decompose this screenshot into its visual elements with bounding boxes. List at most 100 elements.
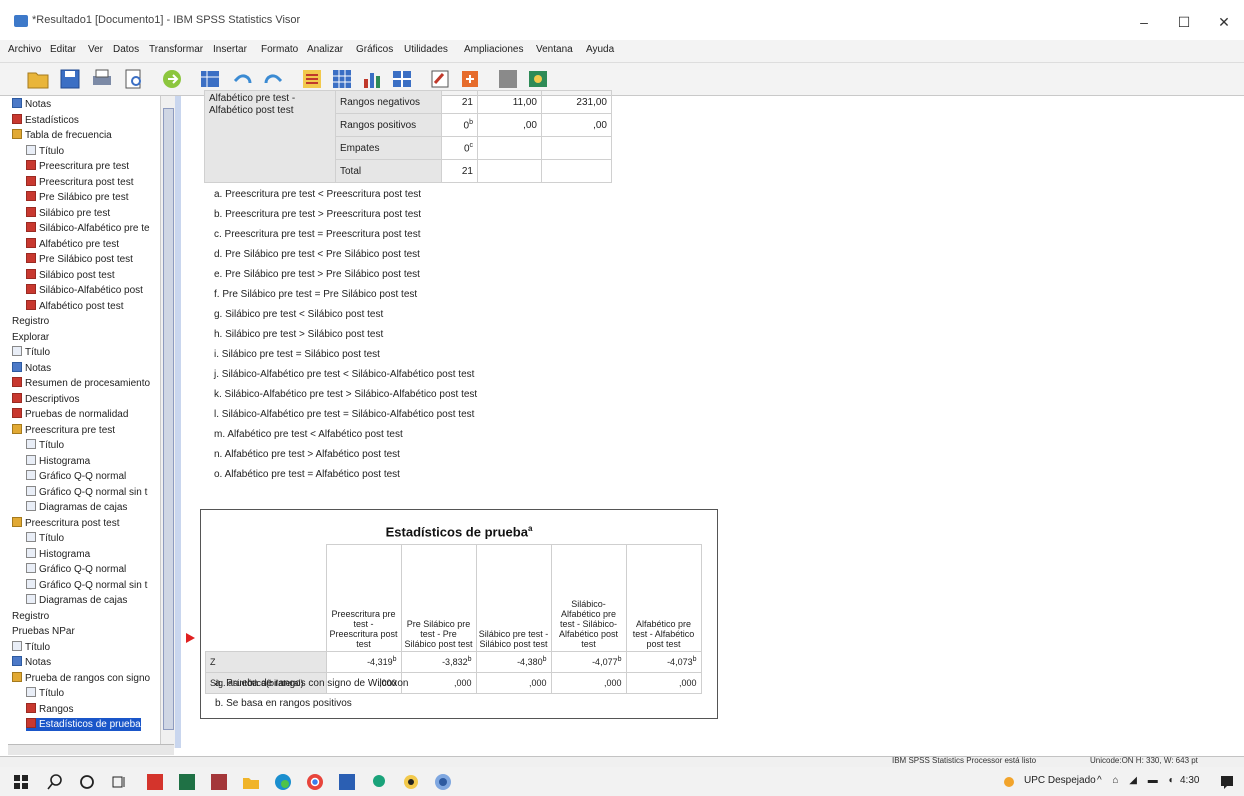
outline-item[interactable]: Silábico-Alfabético pre te [26, 222, 150, 235]
outline-item[interactable]: Notas [12, 361, 51, 375]
outline-item[interactable]: Preescritura pre test [26, 160, 129, 173]
open-icon[interactable] [26, 67, 50, 91]
outline-item-label: Título [39, 145, 65, 157]
goto-data-icon[interactable] [198, 67, 222, 91]
search-icon[interactable] [46, 773, 64, 791]
menu-ventana[interactable]: Ventana [536, 44, 573, 55]
outline-item[interactable]: Pruebas NPar [12, 625, 75, 638]
outline-item[interactable]: Explorar [12, 331, 49, 344]
menu-ayuda[interactable]: Ayuda [586, 44, 614, 55]
app-icon[interactable] [402, 773, 420, 791]
outline-item[interactable]: Pre Silábico pre test [26, 191, 129, 204]
menu-archivo[interactable]: Archivo [8, 44, 41, 55]
notifications-icon[interactable] [1218, 773, 1236, 791]
outline-item[interactable]: Pruebas de normalidad [12, 408, 128, 421]
outline-item[interactable]: Título [12, 640, 50, 654]
undo-icon[interactable] [230, 67, 254, 91]
script-icon[interactable] [458, 67, 482, 91]
menu-datos[interactable]: Datos [113, 44, 139, 55]
maps-icon[interactable] [370, 773, 388, 791]
outline-item[interactable]: Alfabético pre test [26, 237, 119, 251]
export-icon[interactable] [160, 67, 184, 91]
scrollbar-thumb[interactable] [163, 108, 174, 730]
outline-item[interactable]: Estadísticos [12, 113, 79, 127]
outline-item[interactable]: Título [26, 687, 64, 700]
outline-item[interactable]: Resumen de procesamiento [12, 377, 150, 390]
menu-editar[interactable]: Editar [50, 44, 76, 55]
column-header: Pre Silábico pre test - Pre Silábico pos… [400, 544, 477, 652]
outline-item[interactable]: Histograma [26, 547, 90, 561]
chart-builder-icon[interactable] [360, 67, 384, 91]
outline-item[interactable]: Diagramas de cajas [26, 501, 127, 514]
outline-item[interactable]: Histograma [26, 454, 90, 468]
test-statistics-table[interactable]: Estadísticos de pruebaa Preescritura pre… [200, 509, 718, 719]
menu-transformar[interactable]: Transformar [149, 44, 203, 55]
outline-item[interactable]: Silábico-Alfabético post [26, 284, 143, 297]
outline-item[interactable]: Gráfico Q-Q normal sin t [26, 485, 147, 499]
outline-item[interactable]: Título [26, 439, 64, 452]
outline-item[interactable]: Gráfico Q-Q normal [26, 470, 126, 483]
outline-item[interactable]: Tabla de frecuencia [12, 129, 112, 142]
pane-divider[interactable] [175, 96, 181, 748]
word-icon[interactable] [338, 773, 356, 791]
outline-item[interactable]: Descriptivos [12, 392, 79, 406]
row-label: Z [205, 650, 327, 673]
variables-icon[interactable] [330, 67, 354, 91]
print-icon[interactable] [90, 67, 114, 91]
maximize-button[interactable]: ☐ [1164, 10, 1204, 34]
outline-item[interactable]: Estadísticos de prueba [26, 718, 141, 731]
goto-case-icon[interactable] [300, 67, 324, 91]
outline-item[interactable]: Silábico post test [26, 268, 115, 282]
outline-item[interactable]: Registro [12, 315, 49, 328]
chart-icon [26, 501, 36, 511]
outline-horizontal-scrollbar[interactable] [8, 744, 174, 755]
redo-icon[interactable] [262, 67, 286, 91]
spss-taskbar-icon[interactable] [434, 773, 452, 791]
outline-item[interactable]: Pre Silábico post test [26, 253, 133, 266]
cortana-icon[interactable] [78, 773, 96, 791]
select-last-output-icon[interactable] [496, 67, 520, 91]
menu-insertar[interactable]: Insertar [213, 44, 247, 55]
menu-utilidades[interactable]: Utilidades [404, 44, 448, 55]
menu-graficos[interactable]: Gráficos [356, 44, 393, 55]
menu-analizar[interactable]: Analizar [307, 44, 343, 55]
close-button[interactable]: ✕ [1204, 10, 1244, 34]
chrome-icon[interactable] [306, 773, 324, 791]
windows-start-icon[interactable] [12, 773, 30, 791]
z-value: -4,380b [475, 650, 552, 673]
outline-item[interactable]: Preescritura post test [26, 175, 133, 189]
outline-item[interactable]: Título [26, 532, 64, 545]
pdf-app-icon[interactable] [146, 773, 164, 791]
table-icon [26, 222, 36, 232]
system-tray-icons[interactable]: ^ ⌂ ◢ ▬ ◐ [1097, 775, 1179, 786]
access-icon[interactable] [210, 773, 228, 791]
menu-ver[interactable]: Ver [88, 44, 103, 55]
designate-window-icon[interactable] [428, 67, 452, 91]
outline-item[interactable]: Título [26, 144, 65, 158]
task-view-icon[interactable] [110, 773, 128, 791]
split-file-icon[interactable] [390, 67, 414, 91]
outline-item[interactable]: Alfabético post test [26, 299, 124, 313]
outline-item[interactable]: Notas [12, 98, 51, 111]
outline-item[interactable]: Silábico pre test [26, 206, 110, 220]
outline-item[interactable]: Registro [12, 610, 49, 623]
save-icon[interactable] [58, 67, 82, 91]
show-output-icon[interactable] [526, 67, 550, 91]
outline-item[interactable]: Preescritura pre test [12, 423, 115, 437]
print-preview-icon[interactable] [122, 67, 146, 91]
file-explorer-icon[interactable] [242, 773, 260, 791]
menu-formato[interactable]: Formato [261, 44, 298, 55]
minimize-button[interactable]: – [1124, 10, 1164, 34]
outline-item[interactable]: Gráfico Q-Q normal sin t [26, 578, 147, 592]
outline-item[interactable]: Diagramas de cajas [26, 594, 127, 607]
outline-scrollbar[interactable] [160, 96, 175, 748]
edge-icon[interactable] [274, 773, 292, 791]
outline-item[interactable]: Rangos [26, 702, 73, 716]
menu-ampliaciones[interactable]: Ampliaciones [464, 44, 523, 55]
outline-item[interactable]: Prueba de rangos con signo [12, 671, 150, 685]
outline-item[interactable]: Título [12, 346, 50, 359]
outline-item[interactable]: Gráfico Q-Q normal [26, 563, 126, 576]
excel-icon[interactable] [178, 773, 196, 791]
outline-item[interactable]: Notas [12, 656, 51, 669]
outline-item[interactable]: Preescritura post test [12, 516, 119, 530]
